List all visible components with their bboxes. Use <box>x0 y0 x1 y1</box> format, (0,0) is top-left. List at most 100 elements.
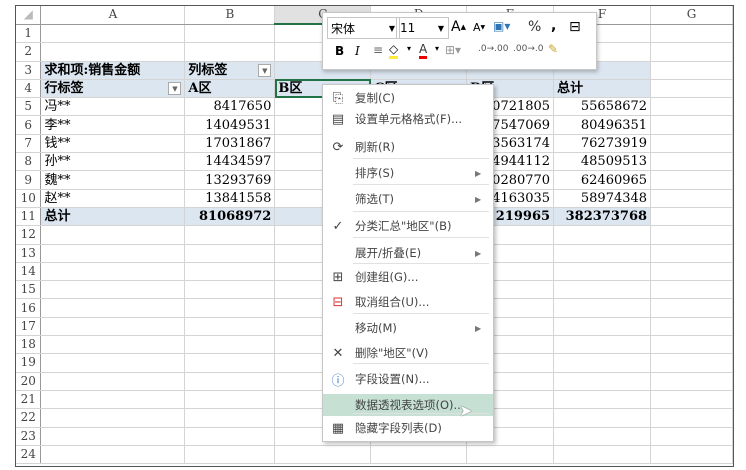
pivot-row-name[interactable]: 赵** <box>40 189 186 208</box>
format-painter-icon[interactable]: ✎ <box>548 42 558 56</box>
menu-item[interactable]: ⟳ 刷新(R) <box>323 136 493 158</box>
bold-button[interactable]: B <box>335 44 344 58</box>
cell[interactable] <box>650 298 733 318</box>
row-header[interactable]: 20 <box>16 372 42 391</box>
row-header[interactable]: 13 <box>16 244 42 263</box>
chevron-down-icon[interactable]: ▾ <box>435 44 439 53</box>
cell[interactable] <box>650 207 733 227</box>
merge-center-icon[interactable]: ⊟ <box>569 19 581 35</box>
menu-item[interactable]: ✓ 分类汇总"地区"(B) <box>323 215 493 237</box>
row-header[interactable]: 8 <box>16 152 42 172</box>
cell[interactable] <box>553 317 652 337</box>
cell[interactable] <box>650 317 733 337</box>
row-header[interactable]: 11 <box>16 207 42 227</box>
comma-button[interactable]: , <box>551 18 556 34</box>
chevron-down-icon[interactable]: ▾ <box>407 44 411 53</box>
pivot-value[interactable]: 62460965 <box>553 170 652 190</box>
row-header[interactable]: 15 <box>16 280 42 300</box>
cell[interactable] <box>184 225 276 245</box>
increase-font-icon[interactable]: A ▲ <box>451 19 466 35</box>
row-header[interactable]: 24 <box>16 445 42 465</box>
cell[interactable] <box>650 372 733 391</box>
menu-item[interactable]: 展开/折叠(E) ▶ <box>323 242 493 264</box>
row-header[interactable]: 23 <box>16 427 42 446</box>
row-header[interactable]: 2 <box>16 42 42 62</box>
cell[interactable] <box>650 152 733 172</box>
cell[interactable] <box>650 244 733 263</box>
cell[interactable] <box>40 244 186 263</box>
column-header-A[interactable]: A <box>40 6 186 25</box>
pivot-grand-total[interactable]: 382373768 <box>553 206 652 227</box>
pivot-grand-total-label[interactable]: 总计 <box>40 206 186 227</box>
row-header[interactable]: 16 <box>16 298 42 318</box>
cell[interactable] <box>370 445 468 465</box>
cell[interactable] <box>650 97 733 117</box>
fill-color-icon[interactable]: ◇ <box>389 42 399 59</box>
cell[interactable] <box>553 335 652 355</box>
menu-item[interactable]: ⊞ 创建组(G)... <box>323 266 493 288</box>
row-header[interactable]: 6 <box>16 115 42 135</box>
cell[interactable] <box>650 115 733 135</box>
cell[interactable] <box>650 170 733 190</box>
cell[interactable] <box>553 244 652 263</box>
cell[interactable] <box>553 427 652 446</box>
cell[interactable] <box>553 408 652 428</box>
row-header[interactable]: 18 <box>16 335 42 355</box>
cell[interactable] <box>40 372 186 391</box>
accounting-format-icon[interactable]: ▣▾ <box>493 19 510 33</box>
menu-item[interactable]: ▦ 隐藏字段列表(D) <box>323 417 493 439</box>
cell[interactable] <box>40 427 186 446</box>
cell[interactable] <box>650 61 733 80</box>
cell[interactable] <box>184 390 276 410</box>
cell[interactable] <box>40 42 186 62</box>
align-center-icon[interactable]: ≡ <box>373 43 383 57</box>
pivot-row-name[interactable]: 冯** <box>40 97 186 117</box>
cell[interactable] <box>553 262 652 282</box>
cell[interactable] <box>650 79 733 99</box>
pivot-value[interactable]: 13841558 <box>184 189 276 208</box>
cell[interactable] <box>184 24 276 44</box>
row-header[interactable]: 9 <box>16 170 42 190</box>
increase-decimal-icon[interactable]: .0→.00 <box>478 44 508 54</box>
cell[interactable] <box>184 298 276 318</box>
cell[interactable] <box>650 189 733 208</box>
pivot-value[interactable]: 17031867 <box>184 134 276 154</box>
column-header-B[interactable]: B <box>184 6 276 25</box>
decrease-decimal-icon[interactable]: .00→.0 <box>513 44 543 54</box>
row-header[interactable]: 3 <box>16 61 42 80</box>
menu-item[interactable]: 筛选(T) ▶ <box>323 188 493 210</box>
cell[interactable] <box>184 335 276 355</box>
cell[interactable] <box>553 298 652 318</box>
cell[interactable] <box>184 445 276 465</box>
column-header-G[interactable]: G <box>650 6 733 25</box>
pivot-grand-total[interactable]: 81068972 <box>184 206 276 227</box>
cell[interactable] <box>650 353 733 373</box>
cell[interactable] <box>184 408 276 428</box>
borders-icon[interactable]: ⊞▾ <box>445 43 461 57</box>
cell[interactable] <box>650 225 733 245</box>
cell[interactable] <box>650 445 733 465</box>
cell[interactable] <box>40 280 186 300</box>
cell[interactable] <box>650 42 733 62</box>
filter-dropdown-icon[interactable]: ▼ <box>258 63 272 77</box>
cell[interactable] <box>184 262 276 282</box>
row-header[interactable]: 21 <box>16 390 42 410</box>
cell[interactable] <box>184 244 276 263</box>
menu-item[interactable]: ⊟ 取消组合(U)... <box>323 291 493 313</box>
pivot-value[interactable]: 14434597 <box>184 152 276 172</box>
pivot-value-label[interactable]: 求和项:销售金额 <box>40 61 186 80</box>
cell[interactable] <box>650 280 733 300</box>
pivot-value[interactable]: 8417650 <box>184 97 276 117</box>
pivot-row-label[interactable]: 行标签 ▼ <box>40 79 186 99</box>
pivot-row-name[interactable]: 孙** <box>40 152 186 172</box>
cell[interactable] <box>553 353 652 373</box>
pivot-row-name[interactable]: 魏** <box>40 170 186 190</box>
row-header[interactable]: 4 <box>16 79 42 99</box>
cell[interactable] <box>650 408 733 428</box>
pivot-row-name[interactable]: 李** <box>40 115 186 135</box>
pivot-column-label[interactable]: 列标签 ▼ <box>184 61 276 80</box>
cell[interactable] <box>466 445 555 465</box>
row-header[interactable]: 17 <box>16 317 42 337</box>
menu-item[interactable]: ✕ 删除"地区"(V) <box>323 342 493 364</box>
cell[interactable] <box>40 298 186 318</box>
